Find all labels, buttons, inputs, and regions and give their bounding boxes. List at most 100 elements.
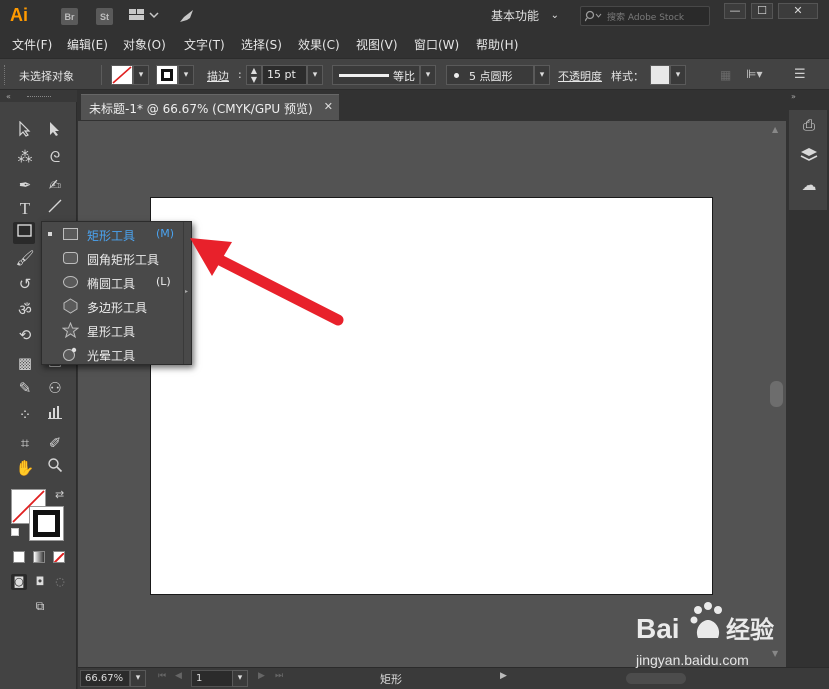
type-tool-icon[interactable]: T [14, 198, 36, 220]
artboard-number-input[interactable]: 1 [191, 670, 235, 687]
zoom-level-value: 66.67% [85, 673, 124, 684]
next-artboard-icon[interactable]: ▶ [258, 671, 265, 681]
maximize-button[interactable]: ☐ [751, 3, 773, 19]
cc-libraries-icon[interactable]: ☁ [800, 176, 818, 194]
width-tool-icon[interactable]: ॐ [14, 299, 36, 321]
workspace-switcher[interactable]: 基本功能 ⌄ [485, 6, 563, 26]
scroll-up-icon[interactable]: ▲ [772, 125, 778, 134]
annotation-arrow-icon [190, 238, 344, 326]
stock-button[interactable]: St [96, 8, 113, 25]
brush-definition[interactable]: 5 点圆形 [446, 65, 534, 85]
rotate-tool-icon[interactable]: ↺ [14, 273, 36, 295]
close-tab-icon[interactable]: ✕ [324, 100, 333, 113]
minimize-button[interactable]: — [724, 3, 746, 19]
flare-tool-option[interactable]: 光晕工具 [42, 342, 184, 366]
transform-icon[interactable]: ⊫▾ [746, 67, 762, 81]
free-transform-tool-icon[interactable]: ⟲ [14, 324, 36, 346]
layers-panel-icon[interactable] [800, 146, 818, 164]
line-segment-tool-icon[interactable] [44, 198, 66, 220]
tool-shortcut: (M) [156, 227, 175, 240]
default-colors-icon[interactable] [11, 528, 19, 536]
rounded-rectangle-tool-option[interactable]: 圆角矩形工具 [42, 246, 184, 270]
stroke-stepper[interactable]: ▲ ▼ [246, 65, 262, 85]
profile-label: 等比 [393, 70, 415, 83]
magic-wand-tool-icon[interactable]: ⁂ [14, 146, 36, 168]
slice-tool-icon[interactable]: ✐ [44, 432, 66, 454]
panel-menu-icon[interactable]: ☰ [794, 67, 806, 82]
sync-rocket-icon[interactable] [178, 8, 196, 29]
gradient-mode-button[interactable] [33, 551, 45, 563]
paintbrush-tool-icon[interactable]: 🖌 [14, 247, 36, 269]
zoom-dropdown[interactable]: ▾ [130, 670, 146, 687]
stroke-dropdown[interactable]: ▾ [178, 65, 194, 85]
color-mode-button[interactable] [13, 551, 25, 563]
previous-artboard-icon[interactable]: ◀ [175, 671, 182, 681]
blend-tool-icon[interactable]: ⚇ [44, 377, 66, 399]
menu-type[interactable]: 文字(T) [184, 36, 225, 53]
last-artboard-icon[interactable]: ⏭ [275, 671, 283, 681]
rectangle-tool-option[interactable]: 矩形工具 (M) [42, 222, 184, 246]
fill-color-swatch[interactable] [111, 65, 133, 85]
stroke-weight-dropdown[interactable]: ▾ [307, 65, 323, 85]
symbol-sprayer-tool-icon[interactable]: ⁘ [14, 404, 36, 426]
swap-fill-stroke-icon[interactable]: ⇄ [55, 488, 64, 501]
curvature-tool-icon[interactable]: ✍ [44, 174, 66, 196]
direct-selection-tool-icon[interactable] [44, 121, 66, 143]
arrange-documents-icon[interactable] [129, 8, 159, 27]
menu-help[interactable]: 帮助(H) [476, 36, 518, 53]
status-menu-icon[interactable]: ▶ [500, 671, 507, 681]
stroke-proxy-swatch[interactable] [29, 506, 64, 541]
stroke-color-swatch[interactable] [156, 65, 178, 85]
brush-dropdown[interactable]: ▾ [534, 65, 550, 85]
artboard-tool-icon[interactable]: ⌗ [14, 432, 36, 454]
stroke-weight-input[interactable]: 15 pt [262, 65, 307, 85]
rectangle-tool-icon[interactable] [13, 222, 35, 244]
properties-panel-icon[interactable]: ⎙ [800, 116, 818, 134]
zoom-level-input[interactable]: 66.67% [80, 670, 130, 687]
tools-panel-header: « [0, 90, 77, 102]
profile-dropdown[interactable]: ▾ [420, 65, 436, 85]
menu-object[interactable]: 对象(O) [123, 36, 166, 53]
pen-tool-icon[interactable]: ✒ [14, 174, 36, 196]
scrollbar-thumb[interactable] [770, 381, 783, 407]
screen-mode-icon[interactable]: ⧉ [29, 599, 51, 615]
mesh-tool-icon[interactable]: ▩ [14, 352, 36, 374]
vertical-scrollbar[interactable]: ▲ ▼ [768, 121, 786, 667]
expand-panels-icon[interactable]: » [791, 92, 796, 101]
zoom-tool-icon[interactable] [44, 457, 66, 479]
fill-dropdown[interactable]: ▾ [133, 65, 149, 85]
first-artboard-icon[interactable]: ⏮ [158, 671, 166, 681]
draw-behind-icon[interactable]: ◘ [32, 574, 48, 590]
eyedropper-tool-icon[interactable]: ✎ [14, 377, 36, 399]
tool-label: 圆角矩形工具 [87, 253, 160, 267]
selection-tool-icon[interactable] [14, 120, 36, 143]
menu-effect[interactable]: 效果(C) [298, 36, 340, 53]
menu-select[interactable]: 选择(S) [241, 36, 282, 53]
menu-window[interactable]: 窗口(W) [414, 36, 459, 53]
document-tab[interactable]: 未标题-1* @ 66.67% (CMYK/GPU 预览) ✕ [81, 94, 339, 120]
menu-file[interactable]: 文件(F) [12, 36, 52, 53]
artboard-dropdown[interactable]: ▾ [232, 670, 248, 687]
ellipse-tool-option[interactable]: 椭圆工具 (L) [42, 270, 184, 294]
menu-edit[interactable]: 编辑(E) [67, 36, 108, 53]
opacity-label[interactable]: 不透明度 [558, 68, 602, 84]
star-tool-option[interactable]: 星形工具 [42, 318, 184, 342]
lasso-tool-icon[interactable]: ᘓ [44, 146, 66, 168]
collapse-icon[interactable]: « [6, 92, 11, 101]
draw-inside-icon[interactable]: ◌ [52, 574, 68, 590]
none-mode-button[interactable] [53, 551, 65, 563]
tool-label: 矩形工具 [87, 229, 136, 243]
align-grid-icon[interactable]: ▦ [720, 68, 731, 82]
graphic-style-swatch[interactable] [650, 65, 670, 85]
menu-view[interactable]: 视图(V) [356, 36, 398, 53]
style-dropdown[interactable]: ▾ [670, 65, 686, 85]
column-graph-tool-icon[interactable] [44, 404, 66, 426]
close-window-button[interactable]: ✕ [778, 3, 818, 19]
stroke-weight-label[interactable]: 描边 [207, 68, 229, 84]
bridge-button[interactable]: Br [61, 8, 78, 25]
hand-tool-icon[interactable]: ✋ [14, 457, 36, 479]
stock-search-input[interactable]: 搜索 Adobe Stock [580, 6, 710, 26]
draw-normal-icon[interactable]: ◙ [11, 574, 27, 590]
variable-width-profile[interactable]: 等比 [332, 65, 420, 85]
polygon-tool-option[interactable]: 多边形工具 [42, 294, 184, 318]
